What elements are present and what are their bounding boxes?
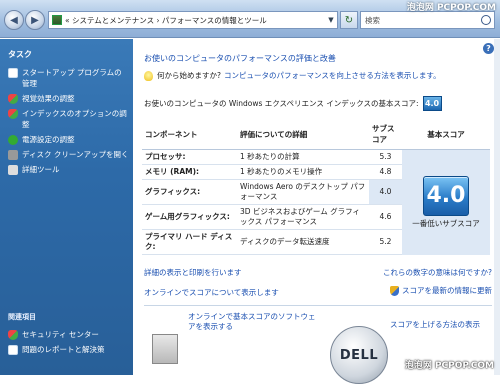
search-placeholder: 検索 — [365, 15, 380, 25]
search-input[interactable]: 検索 — [360, 11, 495, 29]
task-pane: タスク スタートアップ プログラムの管理 視覚効果の調整 インデックスのオプショ… — [0, 39, 133, 375]
component-cell: グラフィックス: — [142, 179, 237, 205]
forward-arrow-icon: ▶ — [31, 14, 39, 26]
sidebar-item-label: 電源設定の調整 — [22, 135, 75, 144]
control-panel-icon — [52, 15, 62, 25]
base-score-big-badge: 4.0 — [423, 175, 469, 216]
software-box-icon — [152, 334, 178, 364]
hint-prefix: 何から始めますか? — [157, 71, 221, 80]
base-score-caption: 一番低いサブスコア — [412, 218, 480, 228]
base-score-badge: 4.0 — [422, 96, 442, 111]
refresh-icon: ↻ — [344, 14, 354, 26]
sidebar-item-label: インデックスのオプションの調整 — [22, 109, 127, 129]
detail-cell: 3D ビジネスおよびゲーム グラフィックス パフォーマンス — [237, 204, 369, 230]
power-icon — [8, 135, 18, 145]
sidebar-item-label: スタートアップ プログラムの管理 — [22, 68, 122, 88]
component-cell: プロセッサ: — [142, 149, 237, 165]
base-score-cell: 4.0 一番低いサブスコア — [402, 149, 490, 255]
detail-cell: 1 秒あたりのメモリ操作 — [237, 164, 369, 180]
base-score-label: お使いのコンピュータの Windows エクスペリエンス インデックスの基本スコ… — [144, 99, 419, 108]
score-table: コンポーネント 評価についての詳細 サブスコア 基本スコア プロセッサ: 1 秒… — [142, 119, 490, 255]
component-cell: メモリ (RAM): — [142, 164, 237, 180]
subscore-cell: 4.8 — [369, 164, 402, 180]
back-button[interactable]: ◀ — [4, 10, 24, 30]
main-content: ? お使いのコンピュータのパフォーマンスの評価と改善 何から始めますか? コンピ… — [134, 39, 500, 384]
col-subscore: サブスコア — [369, 119, 402, 150]
page-title: お使いのコンピュータのパフォーマンスの評価と改善 — [144, 54, 336, 63]
view-scores-online-link[interactable]: オンラインでスコアについて表示します — [144, 287, 279, 298]
sidebar-item-index-options[interactable]: インデックスのオプションの調整 — [0, 105, 133, 131]
uac-shield-icon — [390, 285, 399, 296]
scrollbar[interactable] — [494, 39, 500, 375]
security-icon — [8, 330, 18, 340]
sidebar-item-label: セキュリティ センター — [22, 330, 99, 339]
address-bar-region: ◀ ▶ « システムとメンテナンス › パフォーマンスの情報とツール ▼ ↻ 検… — [0, 0, 500, 38]
subscore-cell: 4.6 — [369, 204, 402, 230]
sidebar-item-label: 視覚効果の調整 — [22, 94, 75, 103]
report-icon — [8, 345, 18, 355]
tasks-heading: タスク — [8, 50, 32, 59]
disk-icon — [8, 150, 18, 160]
search-icon[interactable] — [481, 15, 491, 25]
refresh-button[interactable]: ↻ — [340, 11, 358, 29]
detail-cell: ディスクのデータ転送速度 — [237, 229, 369, 255]
index-icon — [8, 109, 18, 119]
col-detail: 評価についての詳細 — [237, 119, 369, 150]
subscore-cell: 5.2 — [369, 229, 402, 255]
shield-icon — [8, 94, 18, 104]
sidebar-item-visual-effects[interactable]: 視覚効果の調整 — [0, 90, 133, 105]
tools-icon — [8, 165, 18, 175]
sidebar-item-label: 問題のレポートと解決策 — [22, 345, 105, 354]
chevron-down-icon[interactable]: ▼ — [325, 16, 337, 24]
col-base: 基本スコア — [402, 119, 490, 150]
back-arrow-icon: ◀ — [10, 14, 18, 26]
update-score-label: スコアを最新の情報に更新 — [402, 286, 492, 295]
base-score-row: お使いのコンピュータの Windows エクスペリエンス インデックスの基本スコ… — [144, 96, 442, 111]
lightbulb-icon — [144, 70, 153, 81]
table-row: プロセッサ: 1 秒あたりの計算 5.3 4.0 一番低いサブスコア — [142, 149, 490, 255]
sidebar-item-power[interactable]: 電源設定の調整 — [0, 131, 133, 146]
online-software-link[interactable]: オンラインで基本スコアのソフトウェアを表示する — [188, 312, 318, 332]
sidebar-item-label: 詳細ツール — [22, 165, 60, 174]
related-list: セキュリティ センター 問題のレポートと解決策 — [0, 326, 133, 356]
component-cell: ゲーム用グラフィックス: — [142, 204, 237, 230]
sidebar-item-startup[interactable]: スタートアップ プログラムの管理 — [0, 64, 133, 90]
subscore-cell: 5.3 — [369, 149, 402, 165]
col-component: コンポーネント — [142, 119, 237, 150]
update-score-link[interactable]: スコアを最新の情報に更新 — [390, 285, 492, 296]
help-icon[interactable]: ? — [483, 43, 494, 54]
detail-cell: 1 秒あたりの計算 — [237, 149, 369, 165]
what-do-numbers-mean-link[interactable]: これらの数字の意味は何ですか? — [383, 267, 492, 278]
breadcrumb: « システムとメンテナンス › パフォーマンスの情報とツール — [65, 15, 267, 25]
watermark-top: 泡泡网 PCPOP.COM — [406, 3, 496, 13]
view-print-details-link[interactable]: 詳細の表示と印刷を行います — [144, 267, 242, 278]
raise-score-link[interactable]: スコアを上げる方法の表示 — [390, 320, 480, 330]
improve-performance-link[interactable]: コンピュータのパフォーマンスを向上させる方法を表示します。 — [224, 70, 441, 81]
sidebar-item-advanced-tools[interactable]: 詳細ツール — [0, 161, 133, 176]
sidebar-item-security-center[interactable]: セキュリティ センター — [0, 326, 133, 341]
table-header-row: コンポーネント 評価についての詳細 サブスコア 基本スコア — [142, 119, 490, 150]
sidebar-item-disk-cleanup[interactable]: ディスク クリーンアップを開く — [0, 146, 133, 161]
hint-row: 何から始めますか? コンピュータのパフォーマンスを向上させる方法を表示します。 — [144, 70, 441, 81]
address-field[interactable]: « システムとメンテナンス › パフォーマンスの情報とツール ▼ — [48, 11, 338, 29]
sidebar-item-problem-reports[interactable]: 問題のレポートと解決策 — [0, 341, 133, 356]
watermark-bottom: 泡泡网 PCPOP.COM — [404, 361, 494, 371]
related-heading: 関連項目 — [8, 313, 36, 321]
sidebar-item-label: ディスク クリーンアップを開く — [22, 150, 129, 159]
subscore-cell: 4.0 — [369, 179, 402, 205]
detail-cell: Windows Aero のデスクトップ パフォーマンス — [237, 179, 369, 205]
forward-button[interactable]: ▶ — [25, 10, 45, 30]
startup-icon — [8, 68, 18, 78]
dell-logo: DELL — [330, 326, 388, 384]
component-cell: プライマリ ハード ディスク: — [142, 229, 237, 255]
